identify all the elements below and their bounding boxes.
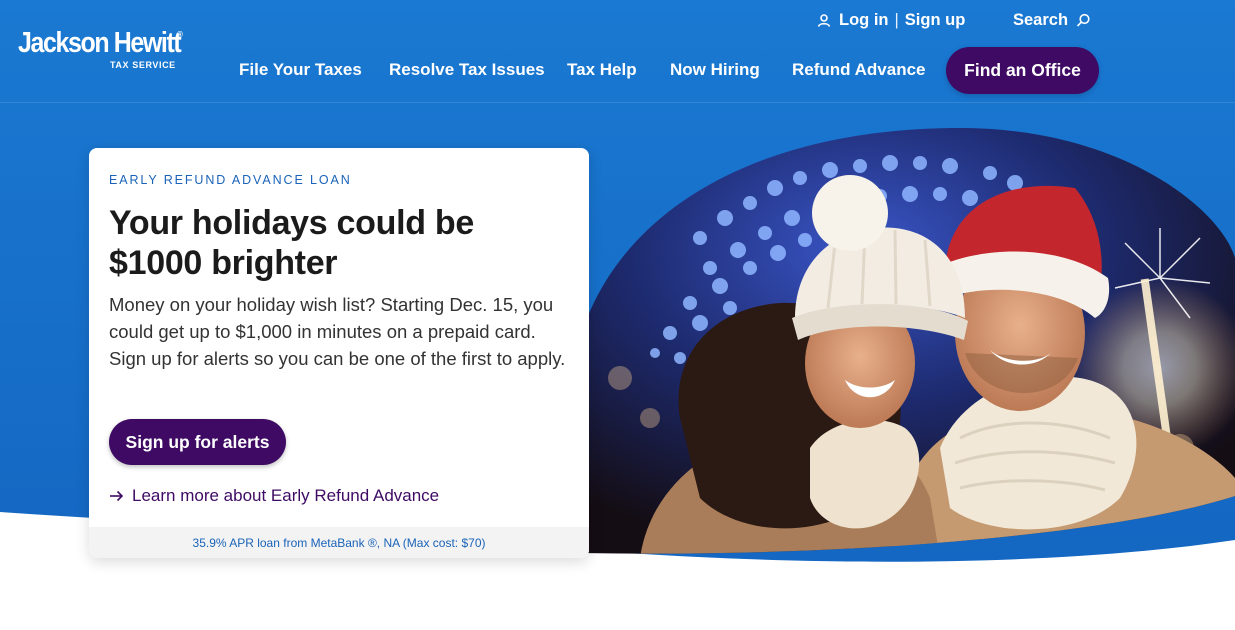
login-signup: Log in | Sign up xyxy=(816,9,965,31)
nav-resolve-tax-issues[interactable]: Resolve Tax Issues xyxy=(389,58,545,82)
nav-tax-help[interactable]: Tax Help xyxy=(567,58,637,82)
login-link[interactable]: Log in xyxy=(839,11,888,30)
search-button[interactable]: Search xyxy=(1013,9,1091,31)
hero-body: Money on your holiday wish list? Startin… xyxy=(109,294,566,369)
search-label: Search xyxy=(1013,10,1069,29)
learn-more-link[interactable]: Learn more about Early Refund Advance xyxy=(109,484,439,508)
registered-mark: ® xyxy=(177,30,183,39)
sign-up-for-alerts-button[interactable]: Sign up for alerts xyxy=(109,419,286,465)
arrow-right-icon xyxy=(109,490,124,502)
nav-now-hiring[interactable]: Now Hiring xyxy=(670,58,760,82)
hero-headline: Your holidays could be $1000 brighter xyxy=(109,204,474,282)
search-icon xyxy=(1075,12,1091,28)
hero-eyebrow: EARLY REFUND ADVANCE LOAN xyxy=(109,173,352,187)
learn-more-label: Learn more about Early Refund Advance xyxy=(132,486,440,505)
brand-tagline: TAX SERVICE xyxy=(110,60,176,70)
nav-refund-advance[interactable]: Refund Advance xyxy=(792,58,926,82)
site-header: Jackson Hewitt ® TAX SERVICE Log in | Si… xyxy=(0,0,1235,103)
apr-disclaimer: 35.9% APR loan from MetaBank ®, NA (Max … xyxy=(89,527,589,558)
hero-card: EARLY REFUND ADVANCE LOAN Your holidays … xyxy=(89,148,589,558)
user-icon xyxy=(816,12,832,28)
nav-file-your-taxes[interactable]: File Your Taxes xyxy=(239,58,362,82)
holiday-couple-photo xyxy=(580,128,1235,554)
brand-name: Jackson Hewitt xyxy=(18,27,182,59)
brand-logo[interactable]: Jackson Hewitt ® TAX SERVICE xyxy=(18,27,207,70)
find-an-office-button[interactable]: Find an Office xyxy=(946,47,1099,94)
login-separator: | xyxy=(894,10,899,29)
signup-link[interactable]: Sign up xyxy=(905,11,966,30)
page: Jackson Hewitt ® TAX SERVICE Log in | Si… xyxy=(0,0,1235,630)
